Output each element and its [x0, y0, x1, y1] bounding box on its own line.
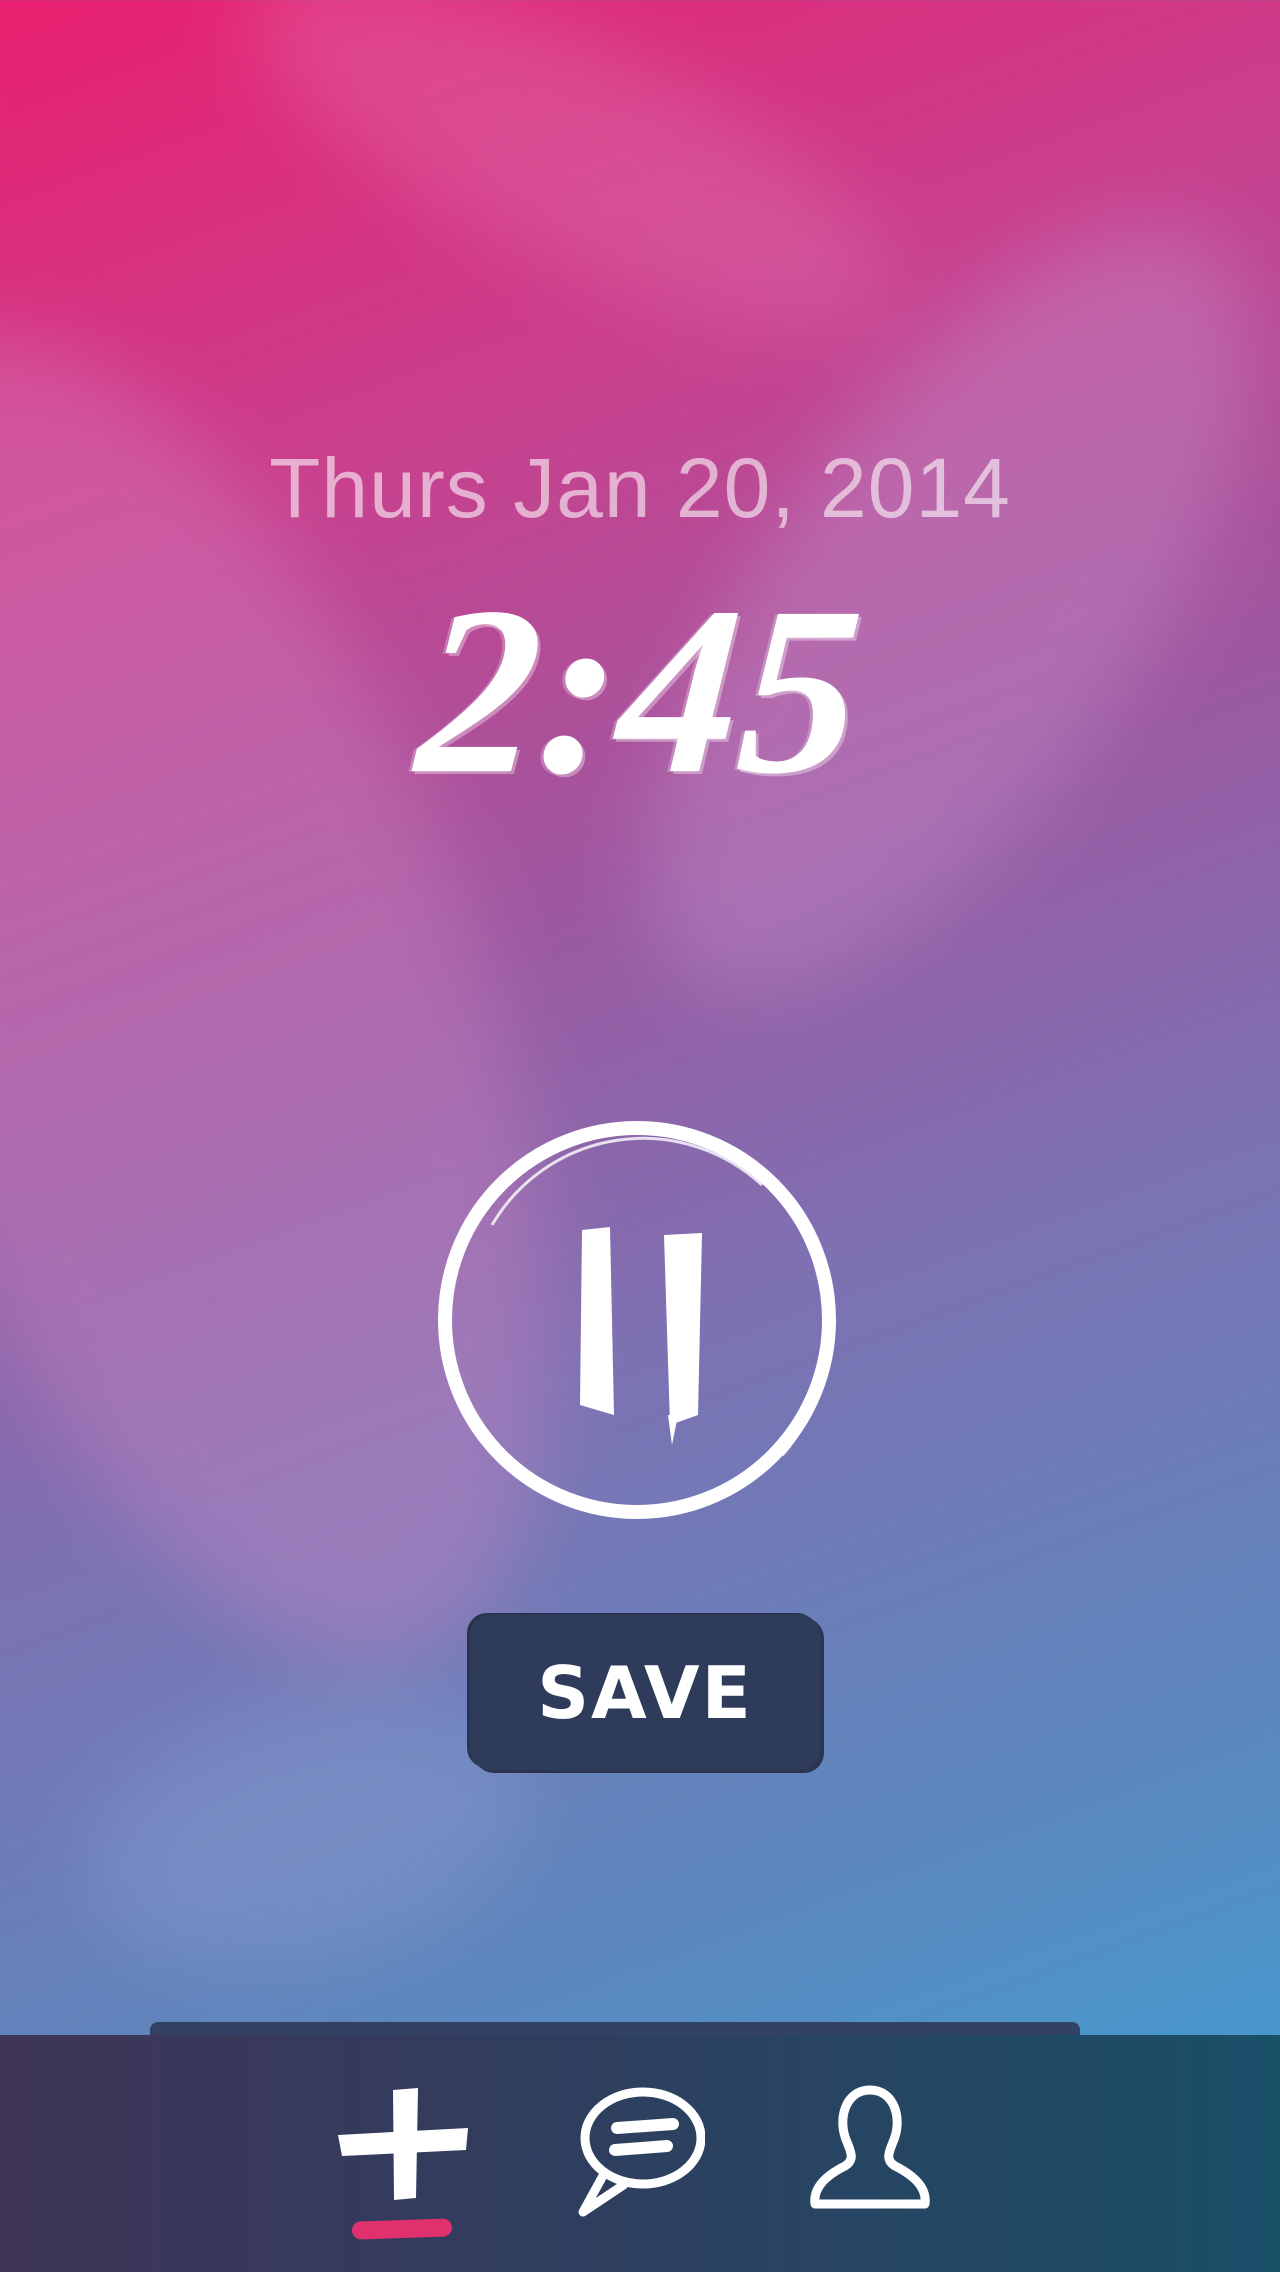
active-tab-indicator [351, 2218, 453, 2240]
save-button[interactable]: SAVE [470, 1615, 820, 1770]
time-display: 2:45 [410, 557, 870, 823]
background-blur-shape [206, 0, 934, 398]
tab-add[interactable] [338, 2080, 468, 2230]
date-label: Thurs Jan 20, 2014 [269, 441, 1011, 535]
chat-icon [578, 2087, 706, 2217]
pause-icon [438, 1121, 836, 1519]
plus-icon [338, 2088, 468, 2200]
tab-messages[interactable] [575, 2080, 706, 2230]
tab-profile[interactable] [805, 2080, 935, 2230]
pause-button[interactable] [432, 1115, 842, 1525]
profile-icon [810, 2085, 930, 2209]
